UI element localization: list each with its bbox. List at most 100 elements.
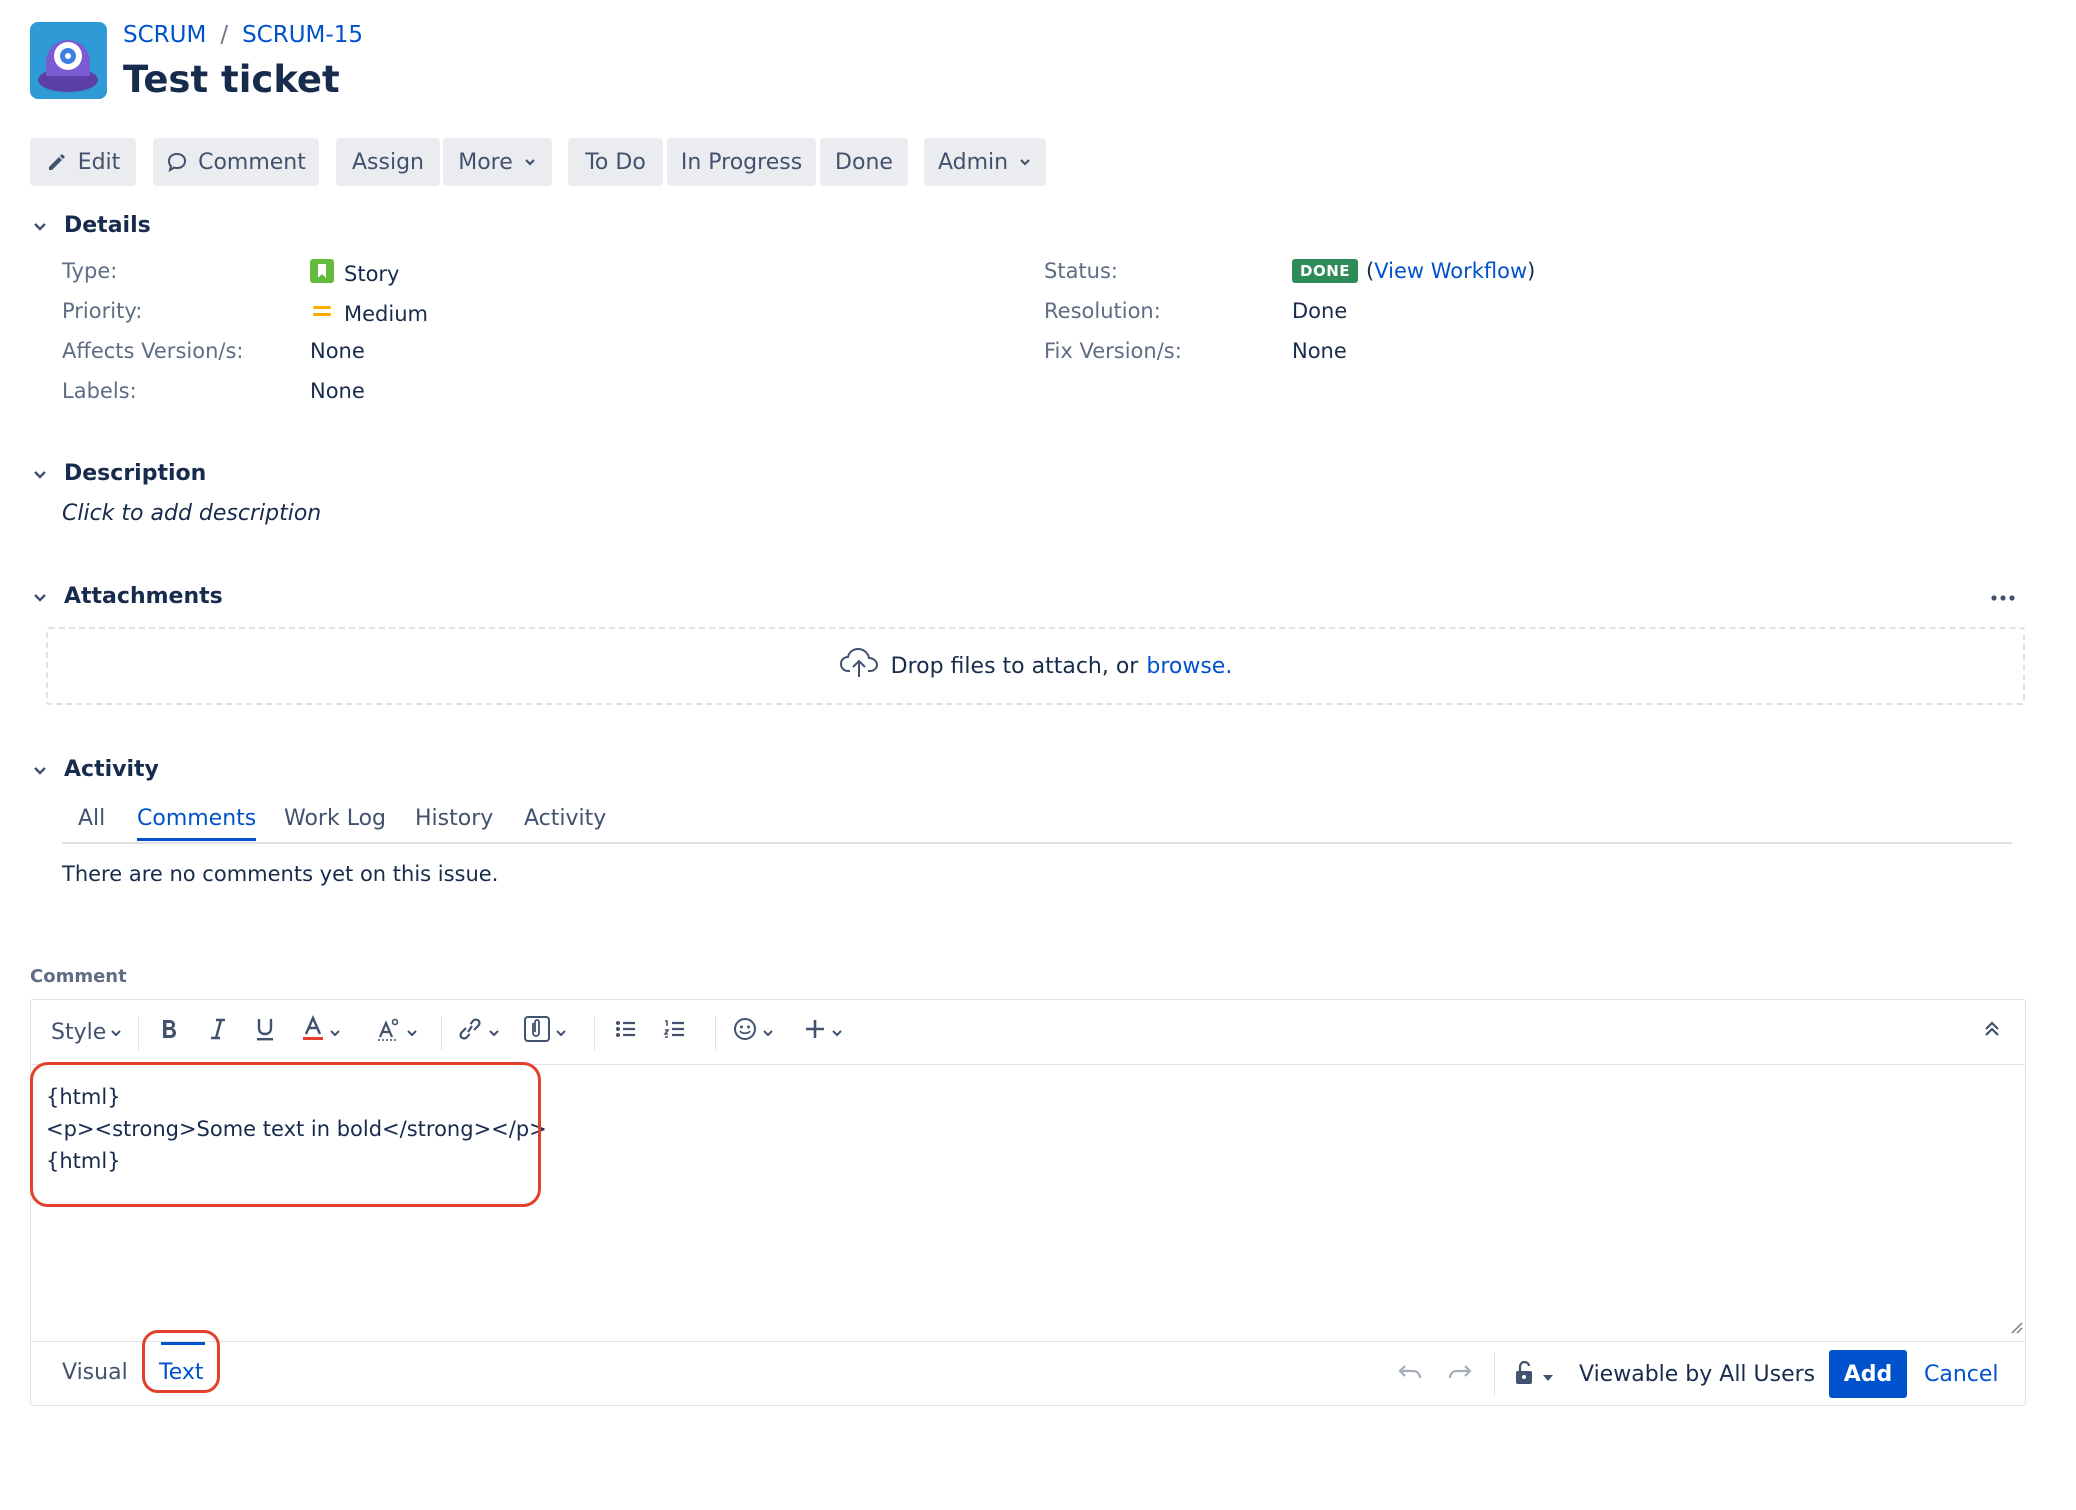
view-workflow-link[interactable]: View Workflow <box>1374 259 1527 283</box>
description-heading: Description <box>64 461 207 486</box>
caret-down-icon <box>1542 1364 1554 1389</box>
view-workflow-close-paren: ) <box>1527 259 1536 283</box>
status-label: Status: <box>1044 259 1118 283</box>
attachments-more-icon[interactable] <box>1990 586 2016 616</box>
project-avatar[interactable] <box>30 22 107 99</box>
redo-icon[interactable] <box>1447 1362 1473 1390</box>
more-label: More <box>458 149 513 175</box>
bold-icon <box>158 1017 180 1047</box>
pencil-icon <box>46 151 68 173</box>
story-icon <box>310 259 334 288</box>
italic-button[interactable] <box>207 1014 229 1050</box>
attachments-section-toggle[interactable]: Attachments <box>30 584 223 609</box>
activity-section-toggle[interactable]: Activity <box>30 757 159 782</box>
chevron-down-icon <box>406 1020 418 1045</box>
cloud-upload-icon <box>839 647 879 685</box>
numbered-list-icon <box>663 1017 687 1047</box>
admin-button[interactable]: Admin <box>924 138 1046 186</box>
link-icon <box>456 1017 484 1047</box>
description-section-toggle[interactable]: Description <box>30 461 206 486</box>
footer-divider <box>1494 1352 1495 1396</box>
double-chevron-up-icon <box>1983 1019 2001 1045</box>
attachment-button[interactable] <box>523 1014 567 1050</box>
done-label: Done <box>835 149 893 175</box>
todo-button[interactable]: To Do <box>568 138 663 186</box>
bullet-list-button[interactable] <box>614 1014 638 1050</box>
drop-text: Drop files to attach, or <box>890 653 1139 679</box>
tab-comments[interactable]: Comments <box>137 806 257 841</box>
chevron-down-icon <box>555 1020 567 1045</box>
bold-button[interactable] <box>158 1014 180 1050</box>
toolbar-divider <box>715 1016 716 1050</box>
comment-field-label: Comment <box>30 966 127 987</box>
assign-label: Assign <box>352 149 424 175</box>
details-section-toggle[interactable]: Details <box>30 213 151 238</box>
add-comment-button[interactable]: Add <box>1829 1350 1907 1398</box>
comment-label: Comment <box>198 149 306 175</box>
breadcrumb-project-link[interactable]: SCRUM <box>123 22 206 48</box>
undo-icon[interactable] <box>1397 1362 1423 1390</box>
collapse-toolbar-button[interactable] <box>1983 1014 2001 1050</box>
chevron-down-icon <box>831 1020 843 1045</box>
chevron-down-icon <box>488 1020 500 1045</box>
code-highlight-ring <box>30 1062 541 1207</box>
more-button[interactable]: More <box>443 138 552 186</box>
type-text: Story <box>344 261 400 286</box>
assign-button[interactable]: Assign <box>336 138 440 186</box>
browse-link[interactable]: browse. <box>1146 654 1232 679</box>
style-label: Style <box>51 1019 107 1045</box>
edit-button[interactable]: Edit <box>30 138 136 186</box>
no-comments-message: There are no comments yet on this issue. <box>62 862 499 886</box>
emoji-button[interactable] <box>732 1014 774 1050</box>
breadcrumb: SCRUM / SCRUM-15 <box>123 22 363 48</box>
attachment-drop-zone[interactable]: Drop files to attach, or browse. <box>46 627 2025 705</box>
attachment-icon <box>523 1015 551 1049</box>
priority-value: Medium <box>310 299 428 328</box>
fix-version-label: Fix Version/s: <box>1044 339 1182 363</box>
tab-visual-mode[interactable]: Visual <box>62 1360 128 1385</box>
chevron-down-icon <box>30 216 50 236</box>
chevron-down-icon <box>30 587 50 607</box>
text-effects-button[interactable] <box>376 1014 418 1050</box>
comment-icon <box>166 151 188 173</box>
plus-icon <box>803 1017 827 1047</box>
resolution-label: Resolution: <box>1044 299 1161 323</box>
toolbar-divider <box>138 1016 139 1050</box>
resize-handle-icon[interactable] <box>2007 1315 2023 1339</box>
fix-version-value: None <box>1292 339 1347 363</box>
tab-work-log[interactable]: Work Log <box>284 806 386 831</box>
text-color-button[interactable] <box>301 1014 341 1050</box>
in-progress-button[interactable]: In Progress <box>667 138 816 186</box>
tab-activity[interactable]: Activity <box>524 806 606 831</box>
link-button[interactable] <box>456 1014 500 1050</box>
underline-button[interactable] <box>254 1014 276 1050</box>
chevron-down-icon <box>30 464 50 484</box>
cancel-button[interactable]: Cancel <box>1924 1362 1999 1387</box>
toolbar-divider <box>594 1016 595 1050</box>
editor-toolbar: Style <box>31 1000 2025 1065</box>
in-progress-label: In Progress <box>680 149 803 175</box>
comment-button[interactable]: Comment <box>153 138 319 186</box>
insert-more-button[interactable] <box>803 1014 843 1050</box>
admin-label: Admin <box>937 149 1009 175</box>
description-placeholder[interactable]: Click to add description <box>62 501 321 526</box>
breadcrumb-separator: / <box>220 22 229 48</box>
done-button[interactable]: Done <box>820 138 908 186</box>
type-label: Type: <box>62 259 118 283</box>
text-color-icon <box>301 1015 325 1049</box>
resolution-value: Done <box>1292 299 1348 323</box>
details-heading: Details <box>64 213 151 238</box>
tab-all[interactable]: All <box>78 806 105 831</box>
breadcrumb-issue-link[interactable]: SCRUM-15 <box>242 22 363 48</box>
affects-version-value: None <box>310 339 365 363</box>
italic-icon <box>207 1017 229 1047</box>
activity-tabs: All Comments Work Log History Activity <box>62 800 2012 844</box>
chevron-down-icon <box>523 155 537 169</box>
tab-history[interactable]: History <box>415 806 493 831</box>
priority-label: Priority: <box>62 299 143 323</box>
status-badge: DONE <box>1292 259 1359 283</box>
visibility-dropdown[interactable] <box>1514 1360 1554 1392</box>
style-dropdown[interactable]: Style <box>51 1014 122 1050</box>
numbered-list-button[interactable] <box>663 1014 687 1050</box>
text-tab-highlight-ring <box>142 1330 220 1393</box>
